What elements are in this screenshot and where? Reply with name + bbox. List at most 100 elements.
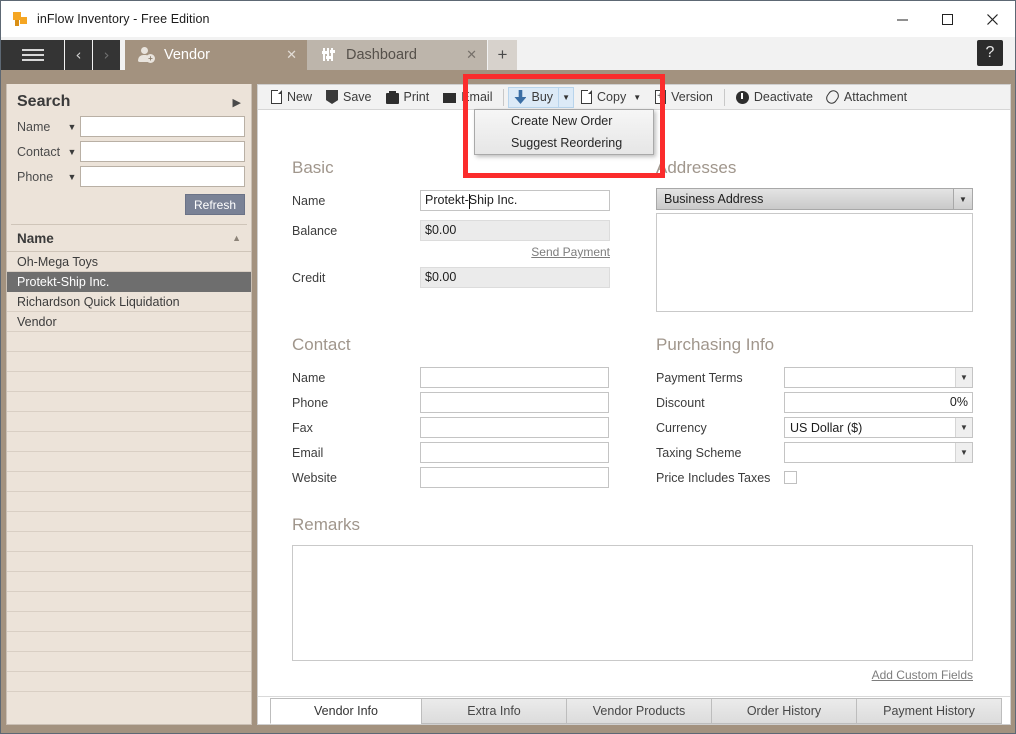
forward-arrow-icon[interactable]: › — [93, 40, 121, 70]
save-button[interactable]: Save — [319, 86, 379, 109]
version-button[interactable]: Version — [648, 86, 720, 109]
tab-vendor-close-icon[interactable]: ✕ — [286, 47, 297, 63]
remarks-textarea[interactable] — [292, 545, 973, 661]
list-item-empty[interactable] — [7, 472, 251, 492]
list-item[interactable]: Richardson Quick Liquidation — [7, 292, 251, 312]
list-item-empty[interactable] — [7, 632, 251, 652]
copy-button-label: Copy — [597, 90, 627, 104]
window-title: inFlow Inventory - Free Edition — [37, 12, 210, 26]
search-name-dropdown-icon[interactable]: ▼ — [64, 122, 80, 132]
list-item-empty[interactable] — [7, 352, 251, 372]
close-button[interactable] — [970, 1, 1015, 37]
address-type-chevron-down-icon[interactable]: ▼ — [953, 189, 972, 209]
hamburger-menu-icon[interactable] — [1, 40, 65, 70]
list-item-empty[interactable] — [7, 592, 251, 612]
tab-vendor[interactable]: + Vendor ✕ — [125, 40, 307, 70]
bottom-tab-order-history[interactable]: Order History — [711, 698, 857, 724]
bottom-tab-extra-info[interactable]: Extra Info — [421, 698, 567, 724]
email-button-label: Email — [461, 90, 493, 104]
back-arrow-icon[interactable]: ‹ — [65, 40, 93, 70]
price-includes-taxes-checkbox[interactable] — [784, 471, 797, 484]
payment-terms-chevron-down-icon[interactable]: ▼ — [955, 368, 972, 387]
search-title: Search — [17, 93, 71, 110]
taxing-scheme-select[interactable]: ▼ — [784, 442, 973, 463]
add-custom-fields-row: Add Custom Fields — [292, 668, 973, 682]
list-item-empty[interactable] — [7, 612, 251, 632]
vendor-name-input[interactable]: Protekt-Ship Inc. — [420, 190, 610, 211]
list-item-empty[interactable] — [7, 452, 251, 472]
list-item-empty[interactable] — [7, 552, 251, 572]
search-contact-dropdown-icon[interactable]: ▼ — [64, 147, 80, 157]
list-item[interactable]: Vendor — [7, 312, 251, 332]
send-payment-link[interactable]: Send Payment — [531, 245, 610, 259]
taxing-scheme-chevron-down-icon[interactable]: ▼ — [955, 443, 972, 462]
list-item-empty[interactable] — [7, 532, 251, 552]
currency-chevron-down-icon[interactable]: ▼ — [955, 418, 972, 437]
list-item-empty[interactable] — [7, 652, 251, 672]
contact-row-name: Name — [292, 367, 609, 388]
address-type-select[interactable]: Business Address ▼ — [656, 188, 973, 210]
list-item-empty[interactable] — [7, 392, 251, 412]
new-tab-button[interactable]: + — [488, 40, 517, 70]
address-text-area[interactable] — [656, 213, 973, 312]
tab-dashboard[interactable]: Dashboard ✕ — [307, 40, 487, 70]
discount-input[interactable]: 0% — [784, 392, 973, 413]
copy-document-icon — [581, 90, 593, 104]
buy-button[interactable]: Buy — [508, 86, 560, 108]
tab-dashboard-close-icon[interactable]: ✕ — [466, 47, 477, 63]
results-grid-header[interactable]: Name ▲ — [7, 225, 251, 252]
bottom-tab-vendor-info[interactable]: Vendor Info — [270, 698, 422, 724]
list-item-empty[interactable] — [7, 332, 251, 352]
payment-terms-select[interactable]: ▼ — [784, 367, 973, 388]
vendor-add-icon: + — [137, 46, 155, 64]
list-item[interactable]: Oh-Mega Toys — [7, 252, 251, 272]
list-item-empty[interactable] — [7, 432, 251, 452]
copy-dropdown-icon[interactable]: ▼ — [633, 93, 641, 102]
search-field-name: Name ▼ — [7, 114, 251, 139]
minimize-button[interactable] — [880, 1, 925, 37]
help-button[interactable]: ? — [977, 40, 1003, 66]
list-item-empty[interactable] — [7, 412, 251, 432]
attachment-button[interactable]: Attachment — [820, 86, 914, 109]
bottom-tab-payment-history[interactable]: Payment History — [856, 698, 1002, 724]
save-icon — [326, 90, 339, 104]
refresh-button[interactable]: Refresh — [185, 194, 245, 215]
email-button[interactable]: Email — [436, 86, 499, 109]
deactivate-button[interactable]: Deactivate — [729, 86, 820, 109]
contact-email-input[interactable] — [420, 442, 609, 463]
sort-ascending-icon[interactable]: ▲ — [232, 233, 241, 243]
list-item-empty[interactable] — [7, 492, 251, 512]
search-panel: Search ▶ Name ▼ Contact ▼ Phone ▼ Refres… — [6, 84, 252, 725]
currency-select[interactable]: US Dollar ($) ▼ — [784, 417, 973, 438]
maximize-button[interactable] — [925, 1, 970, 37]
list-item-empty[interactable] — [7, 672, 251, 692]
bottom-tab-vendor-products[interactable]: Vendor Products — [566, 698, 712, 724]
contact-phone-input[interactable] — [420, 392, 609, 413]
search-contact-input[interactable] — [80, 141, 245, 162]
search-field-phone: Phone ▼ — [7, 164, 251, 189]
buy-dropdown-toggle[interactable]: ▼ — [559, 86, 575, 108]
list-item[interactable]: Protekt-Ship Inc. — [7, 272, 251, 292]
search-name-input[interactable] — [80, 116, 245, 137]
contact-website-input[interactable] — [420, 467, 609, 488]
list-item-empty[interactable] — [7, 572, 251, 592]
contact-name-input[interactable] — [420, 367, 609, 388]
search-field-contact: Contact ▼ — [7, 139, 251, 164]
list-item-empty[interactable] — [7, 512, 251, 532]
print-button[interactable]: Print — [379, 86, 437, 109]
contact-fax-input[interactable] — [420, 417, 609, 438]
list-item-empty[interactable] — [7, 372, 251, 392]
contact-section: Contact Name Phone Fax Email Website — [292, 335, 609, 492]
contact-phone-label: Phone — [292, 395, 329, 410]
contact-row-website: Website — [292, 467, 609, 488]
menu-item-create-new-order[interactable]: Create New Order — [475, 110, 653, 132]
add-custom-fields-link[interactable]: Add Custom Fields — [872, 668, 973, 682]
contact-heading: Contact — [292, 335, 351, 354]
new-button[interactable]: New — [264, 86, 319, 109]
window-controls — [880, 1, 1015, 37]
menu-item-suggest-reordering[interactable]: Suggest Reordering — [475, 132, 653, 154]
search-phone-dropdown-icon[interactable]: ▼ — [64, 172, 80, 182]
search-expand-icon[interactable]: ▶ — [233, 96, 241, 109]
copy-button[interactable]: Copy ▼ — [574, 86, 648, 109]
search-phone-input[interactable] — [80, 166, 245, 187]
